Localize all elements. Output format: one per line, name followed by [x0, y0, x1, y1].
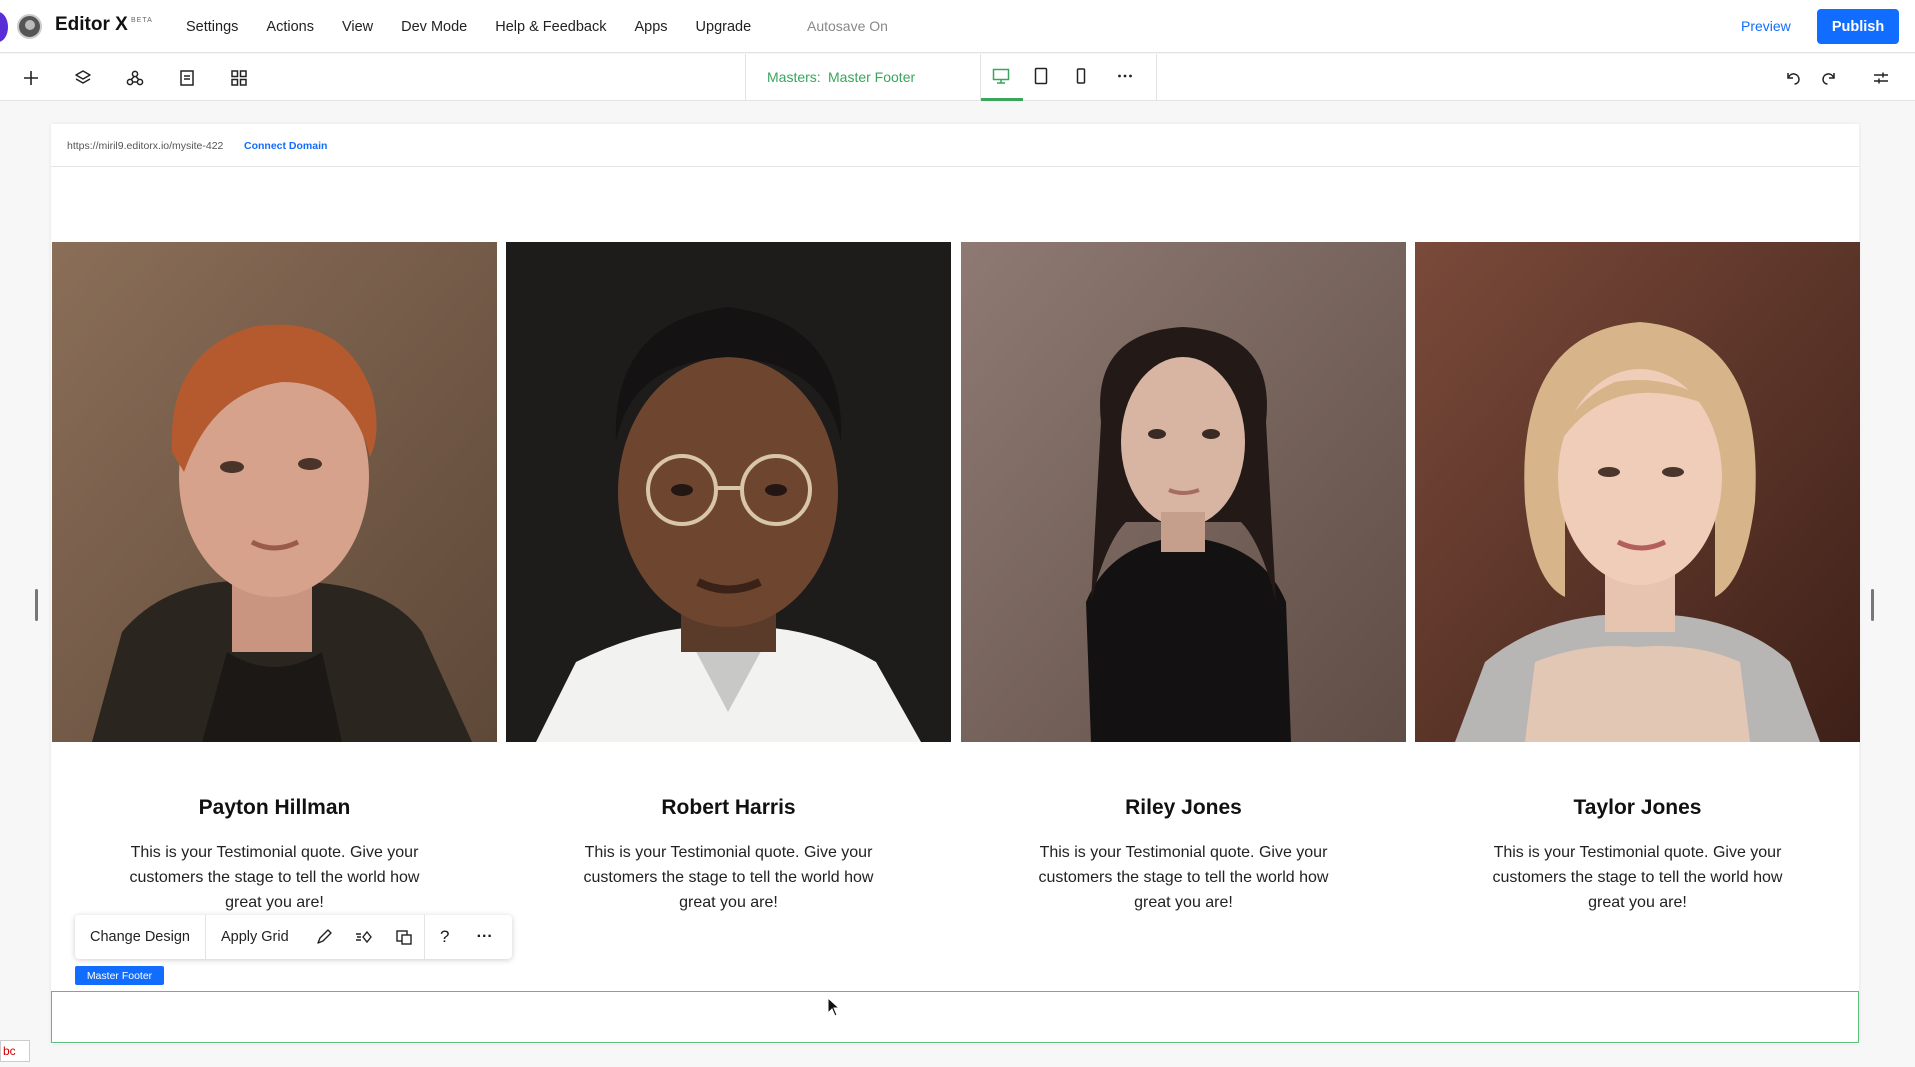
testimonial-photo-4[interactable]	[1415, 242, 1860, 742]
notification-dot[interactable]	[0, 12, 8, 42]
testimonial-name-1[interactable]: Payton Hillman	[52, 796, 497, 820]
testimonial-quote-3[interactable]: This is your Testimonial quote. Give you…	[961, 840, 1406, 915]
site-url: https://miril9.editorx.io/mysite-422	[67, 140, 224, 152]
testimonial-quote-2[interactable]: This is your Testimonial quote. Give you…	[506, 840, 951, 915]
testimonial-quote-4[interactable]: This is your Testimonial quote. Give you…	[1415, 840, 1860, 915]
menu-settings[interactable]: Settings	[186, 19, 238, 35]
mouse-cursor-icon	[827, 997, 841, 1017]
settings-sliders-icon[interactable]	[1868, 65, 1894, 91]
beta-badge: BETA	[131, 17, 153, 24]
masters-selector[interactable]: Masters: Master Footer	[745, 54, 1157, 101]
site-canvas[interactable]: https://miril9.editorx.io/mysite-422 Con…	[51, 124, 1860, 1044]
testimonial-photo-3[interactable]	[961, 242, 1406, 742]
left-resize-handle[interactable]	[35, 589, 38, 621]
testimonial-name-4[interactable]: Taylor Jones	[1415, 796, 1860, 820]
change-design-button[interactable]: Change Design	[75, 915, 205, 959]
masters-name[interactable]: Master Footer	[828, 69, 915, 85]
main-menu: Settings Actions View Dev Mode Help & Fe…	[186, 0, 779, 53]
menu-dev-mode[interactable]: Dev Mode	[401, 19, 467, 35]
pages-icon[interactable]	[174, 65, 200, 91]
testimonial-photo-2[interactable]	[506, 242, 951, 742]
design-brush-icon[interactable]	[304, 915, 344, 959]
master-footer-tag[interactable]: Master Footer	[75, 966, 164, 985]
add-icon[interactable]	[18, 65, 44, 91]
element-action-bar: Change Design Apply Grid ? ···	[75, 915, 512, 959]
menu-upgrade[interactable]: Upgrade	[696, 19, 752, 35]
corner-badge: bc	[0, 1040, 30, 1062]
tablet-icon[interactable]	[1028, 63, 1054, 89]
menu-help-feedback[interactable]: Help & Feedback	[495, 19, 606, 35]
mobile-icon[interactable]	[1068, 63, 1094, 89]
more-icon[interactable]: ···	[465, 915, 505, 959]
user-avatar[interactable]	[17, 14, 42, 39]
menu-view[interactable]: View	[342, 19, 373, 35]
desktop-icon[interactable]	[988, 63, 1014, 89]
master-footer-section[interactable]	[51, 991, 1859, 1043]
brand-logo[interactable]: Editor X	[55, 14, 128, 36]
apply-grid-button[interactable]: Apply Grid	[206, 915, 304, 959]
menu-actions[interactable]: Actions	[266, 19, 314, 35]
animation-icon[interactable]	[344, 915, 384, 959]
testimonial-name-2[interactable]: Robert Harris	[506, 796, 951, 820]
site-url-bar: https://miril9.editorx.io/mysite-422 Con…	[51, 124, 1859, 167]
preview-button[interactable]: Preview	[1741, 18, 1791, 34]
testimonial-quote-1[interactable]: This is your Testimonial quote. Give you…	[52, 840, 497, 915]
active-device-indicator	[981, 98, 1023, 101]
divider	[980, 54, 981, 101]
connect-domain-link[interactable]: Connect Domain	[244, 140, 327, 152]
testimonial-name-3[interactable]: Riley Jones	[961, 796, 1406, 820]
menu-apps[interactable]: Apps	[634, 19, 667, 35]
more-icon[interactable]	[1112, 63, 1138, 89]
redo-icon[interactable]	[1816, 65, 1842, 91]
right-resize-handle[interactable]	[1871, 589, 1874, 621]
components-icon[interactable]	[122, 65, 148, 91]
top-bar: Editor X BETA Settings Actions View Dev …	[0, 0, 1915, 53]
masters-label: Masters:	[767, 69, 821, 85]
testimonial-photo-1[interactable]	[52, 242, 497, 742]
publish-button[interactable]: Publish	[1817, 9, 1899, 44]
editor-app: Editor X BETA Settings Actions View Dev …	[0, 0, 1915, 1067]
layers-icon[interactable]	[70, 65, 96, 91]
help-icon[interactable]: ?	[425, 915, 465, 959]
layout-icon[interactable]	[384, 915, 424, 959]
undo-icon[interactable]	[1780, 65, 1806, 91]
apps-grid-icon[interactable]	[226, 65, 252, 91]
autosave-status: Autosave On	[807, 18, 888, 34]
editor-toolbar: Masters: Master Footer	[0, 54, 1915, 101]
